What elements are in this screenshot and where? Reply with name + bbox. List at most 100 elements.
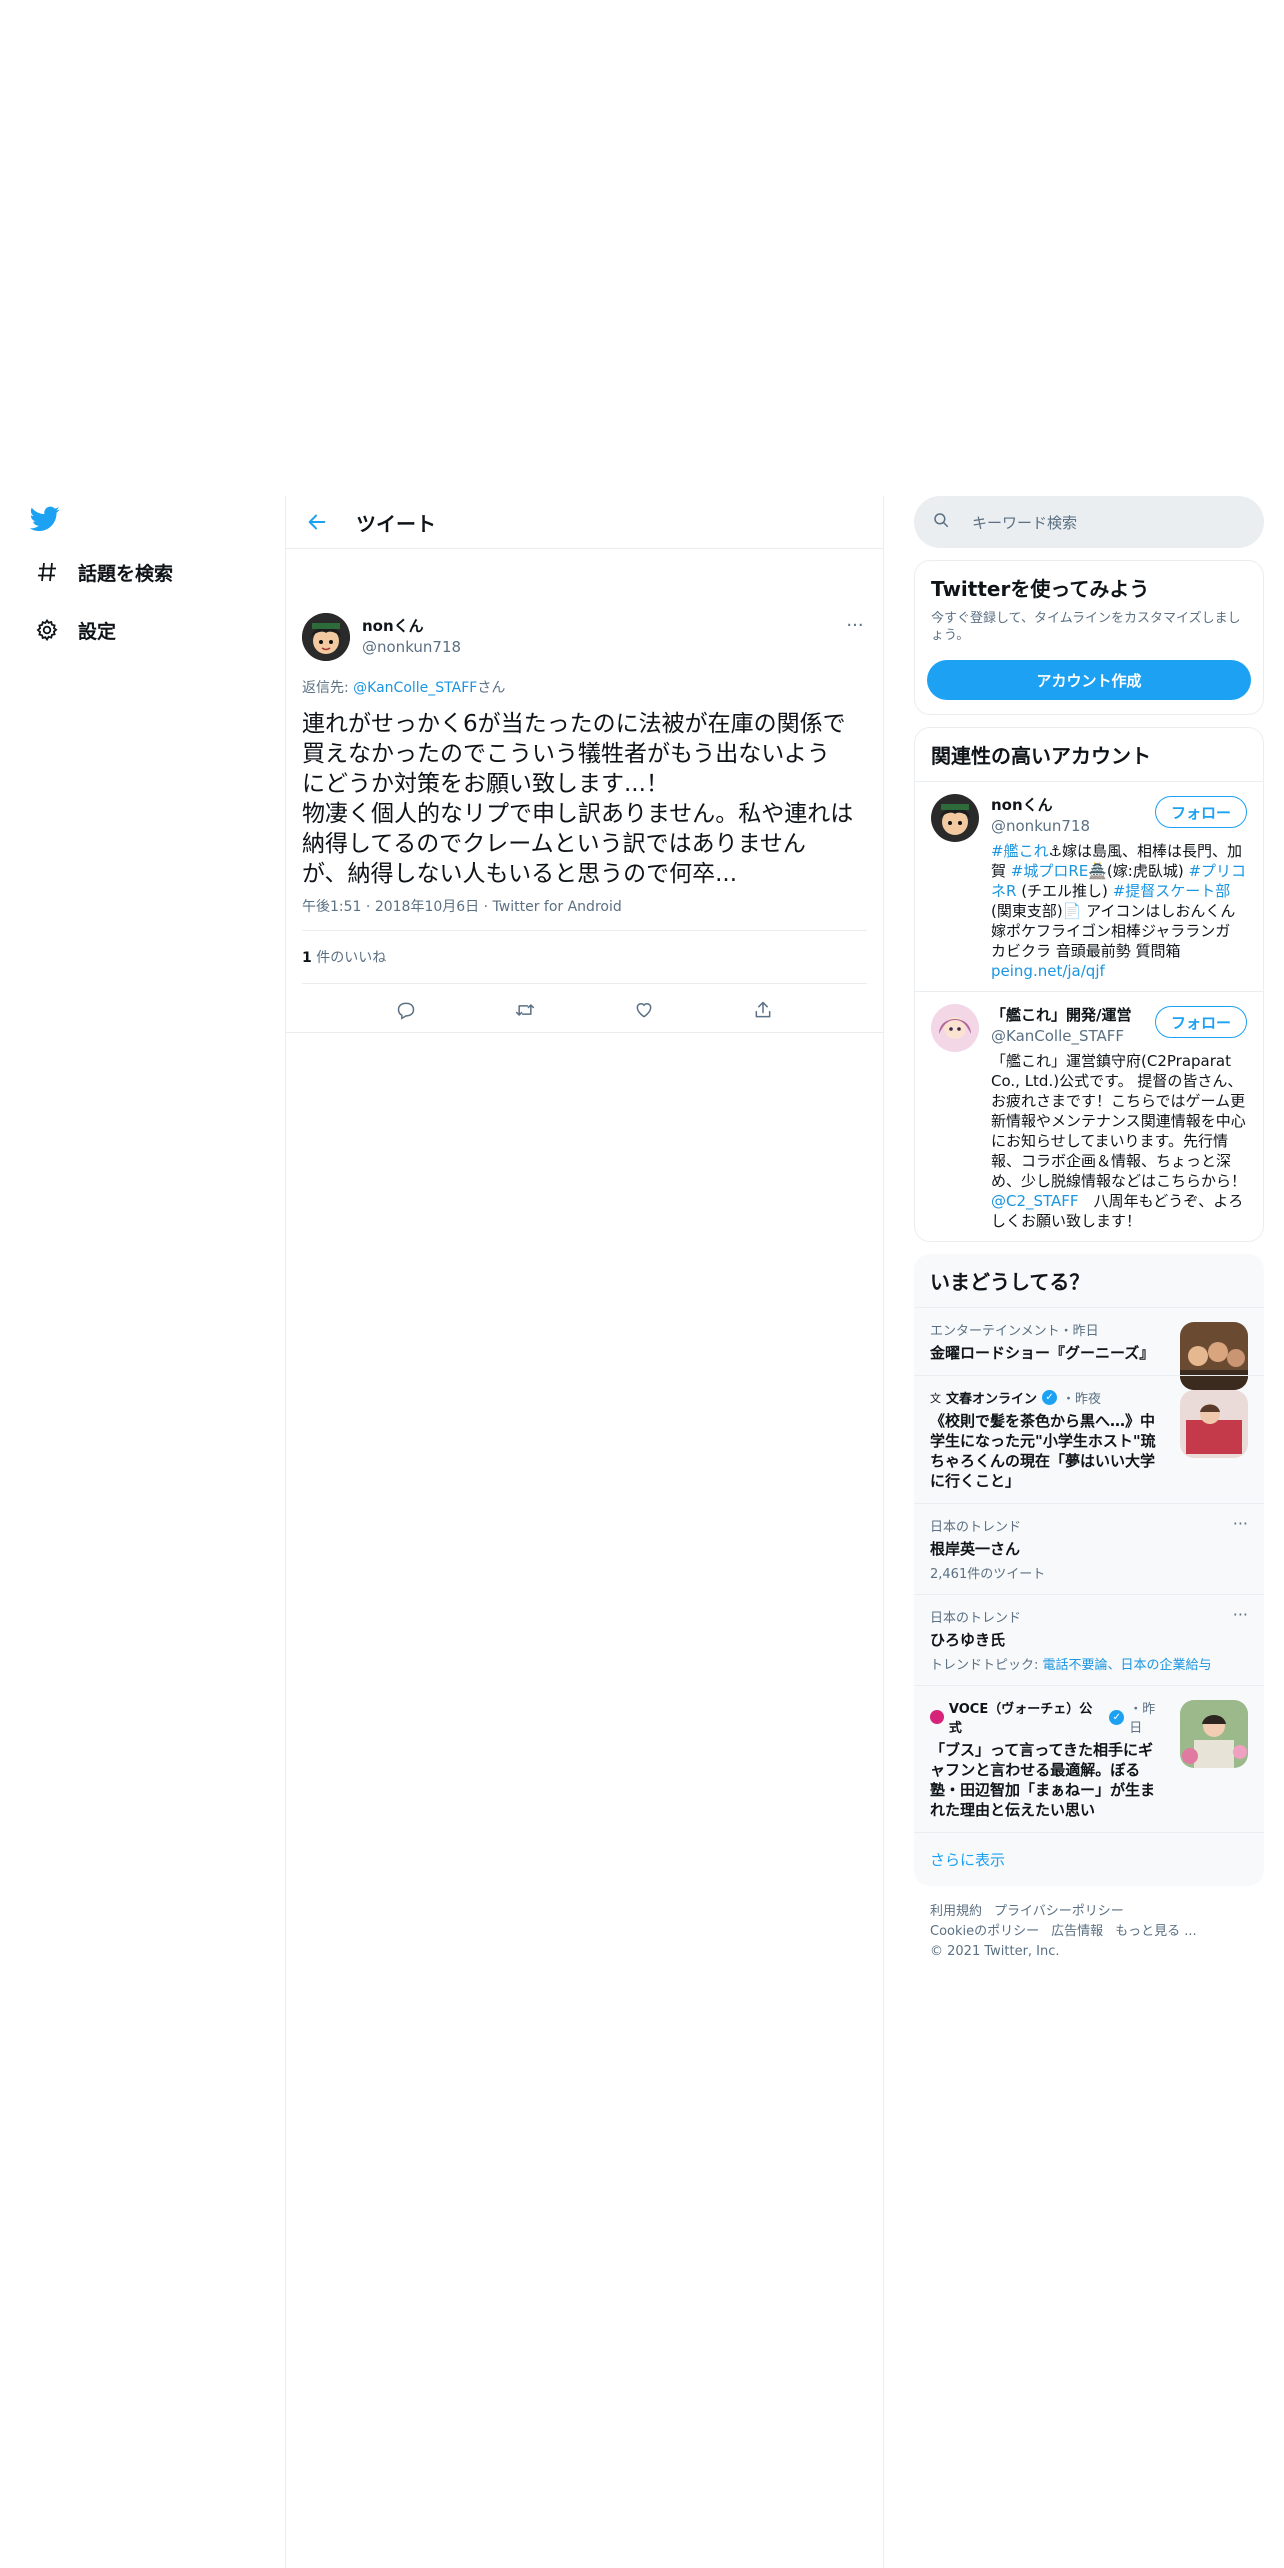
source-time: ・昨夜 [1062,1392,1102,1407]
source-logo-icon: 文 [930,1391,941,1405]
search-input[interactable]: キーワード検索 [914,496,1264,548]
divider [302,930,867,931]
verified-icon: ✓ [1109,1709,1125,1725]
trend-item[interactable]: 文 文春オンライン ✓ ・昨夜 《校則で髪を茶色から黒へ…》中学生になった元"小… [914,1375,1264,1503]
reply-handle-link[interactable]: @KanColle_STAFF [353,680,477,696]
more-icon[interactable]: ··· [1233,1514,1248,1533]
cookies-link[interactable]: Cookieのポリシー [930,1924,1039,1939]
tweet-client: Twitter for Android [492,899,622,915]
bio-link[interactable]: peing.net/ja/qjf [991,962,1105,980]
account-item[interactable]: nonくん @nonkun718 #艦これ⚓嫁は島風、相棒は長門、加賀 #城プロ… [915,781,1263,991]
trends-card: いまどうしてる？ エンターテインメント・昨日 金曜ロードショー『グーニーズ』 文… [914,1254,1264,1886]
trend-title: 「ブス」って言ってきた相手にギャフンと言わせる最適解。ぼる塾・田辺智加「まぁねー… [930,1741,1156,1819]
bio-link[interactable]: @C2_STAFF [991,1192,1079,1210]
signup-subtitle: 今すぐ登録して、タイムラインをカスタマイズしましょう。 [931,611,1241,643]
avatar[interactable] [931,794,979,842]
main-header: ツイート [286,496,883,549]
trend-thumbnail [1180,1390,1248,1458]
nav-settings[interactable]: 設定 [30,610,116,650]
reply-icon[interactable] [389,993,423,1027]
like-icon[interactable] [627,993,661,1027]
search-placeholder: キーワード検索 [972,513,1078,532]
trend-title: 根岸英一さん [930,1540,1021,1558]
trend-source: 文 文春オンライン ✓ ・昨夜 [930,1388,1168,1407]
trend-thumbnail [1180,1700,1248,1768]
copyright: © 2021 Twitter, Inc. [930,1944,1060,1959]
trend-title: 金曜ロードショー『グーニーズ』 [930,1344,1155,1362]
tweet-text: 連れがせっかく6が当たったのに法被が在庫の関係で 買えなかったのでこういう犠牲者… [302,711,854,887]
topic-prefix: トレンドトピック: [930,1658,1043,1673]
likes-label: 件のいいね [311,950,387,966]
column-divider [285,496,286,2568]
source-logo-icon [930,1710,944,1724]
reply-suffix: さん [477,680,506,696]
reply-to: 返信先: @KanColle_STAFFさん [302,677,505,697]
relevant-accounts-card: 関連性の高いアカウント nonくん @nonkun718 #艦これ⚓嫁は島風、相… [914,727,1264,1242]
back-arrow-icon[interactable] [300,505,334,539]
twitter-bird-icon[interactable] [29,506,64,536]
trend-topics: トレンドトピック: 電話不要論、日本の企業給与 [930,1654,1248,1673]
retweet-icon[interactable] [508,993,542,1027]
account-bio: #艦これ⚓嫁は島風、相棒は長門、加賀 #城プロRE🏯(嫁:虎臥城) #プリコネR… [991,841,1247,981]
trend-item[interactable]: エンターテインメント・昨日 金曜ロードショー『グーニーズ』 [914,1307,1264,1390]
bio-link[interactable]: #艦これ [991,842,1049,860]
more-icon[interactable]: ··· [843,615,867,636]
reply-prefix: 返信先: [302,680,354,696]
share-icon[interactable] [746,993,780,1027]
trend-item[interactable]: 日本のトレンド 根岸英一さん 2,461件のツイート ··· [914,1503,1264,1594]
avatar[interactable] [302,613,350,661]
more-link[interactable]: もっと見る ... [1115,1924,1197,1939]
trend-count: 2,461件のツイート [930,1567,1046,1582]
page-title: ツイート [356,511,436,536]
search-icon [932,511,950,533]
bio-text: 🏯(嫁:虎臥城) [1088,862,1189,880]
trend-source: VOCE（ヴォーチェ）公式 ✓ ・昨日 [930,1698,1168,1736]
create-account-button[interactable]: アカウント作成 [927,660,1251,700]
trend-title: ひろゆき氏 [930,1631,1006,1649]
account-item[interactable]: 「艦これ」開発/運営 @KanColle_STAFF 「艦これ」運営鎮守府(C2… [915,991,1263,1241]
relevant-title: 関連性の高いアカウント [931,744,1151,768]
avatar[interactable] [931,1004,979,1052]
divider [286,1032,883,1033]
trend-category: 日本のトレンド [930,1520,1022,1535]
author-handle: @nonkun718 [362,638,462,656]
signup-title: Twitterを使ってみよう [931,577,1150,601]
tweet: nonくん @nonkun718 ··· 返信先: @KanColle_STAF… [286,549,883,1033]
author-name: nonくん [362,617,424,635]
column-divider [883,496,884,2568]
bio-link[interactable]: #城プロRE [1011,862,1088,880]
privacy-link[interactable]: プライバシーポリシー [994,1904,1124,1919]
ads-link[interactable]: 広告情報 [1051,1924,1103,1939]
bio-text: 「艦これ」運営鎮守府(C2Praparat Co., Ltd.)公式です。 提督… [991,1052,1247,1190]
bio-text: (関東支部)📄 アイコンはしおんくん 嫁ポケフライゴン相棒ジャラランガ カビクラ… [991,902,1236,960]
follow-button[interactable]: フォロー [1155,796,1247,828]
signup-card: Twitterを使ってみよう 今すぐ登録して、タイムラインをカスタマイズしましょ… [914,560,1264,715]
follow-button[interactable]: フォロー [1155,1006,1247,1038]
tweet-date[interactable]: 2018年10月6日 [375,899,479,915]
tweet-time[interactable]: 午後1:51 [302,899,361,915]
hashtag-icon [30,555,64,589]
source-time: ・昨日 [1129,1702,1156,1736]
nav-settings-label: 設定 [78,620,117,643]
tweet-meta: 午後1:51 · 2018年10月6日 · Twitter for Androi… [302,899,622,915]
trend-item[interactable]: 日本のトレンド ひろゆき氏 トレンドトピック: 電話不要論、日本の企業給与 ··… [914,1594,1264,1685]
nav-explore[interactable]: 話題を検索 [30,552,173,592]
account-bio: 「艦これ」運営鎮守府(C2Praparat Co., Ltd.)公式です。 提督… [991,1051,1247,1231]
right-sidebar: キーワード検索 Twitterを使ってみよう 今すぐ登録して、タイムラインをカス… [914,496,1264,1978]
gear-icon [30,613,64,647]
source-name: 文春オンライン [946,1392,1038,1407]
source-name: VOCE（ヴォーチェ）公式 [948,1702,1093,1736]
trend-item[interactable]: VOCE（ヴォーチェ）公式 ✓ ・昨日 「ブス」って言ってきた相手にギャフンと言… [914,1685,1264,1832]
terms-link[interactable]: 利用規約 [930,1904,982,1919]
trend-title: 《校則で髪を茶色から黒へ…》中学生になった元"小学生ホスト"琉ちゃろくんの現在「… [930,1412,1156,1490]
divider [302,983,867,984]
trend-category: エンターテインメント・昨日 [930,1324,1099,1339]
nav-explore-label: 話題を検索 [78,562,174,585]
likes-count[interactable]: 1 件のいいね [302,947,386,967]
tweet-author[interactable]: nonくん @nonkun718 [362,615,461,656]
trend-category: 日本のトレンド [930,1611,1022,1626]
bio-link[interactable]: #提督スケート部 [1113,882,1231,900]
show-more-link[interactable]: さらに表示 [914,1832,1264,1886]
topic-links[interactable]: 電話不要論、日本の企業給与 [1043,1658,1212,1673]
more-icon[interactable]: ··· [1233,1605,1248,1624]
